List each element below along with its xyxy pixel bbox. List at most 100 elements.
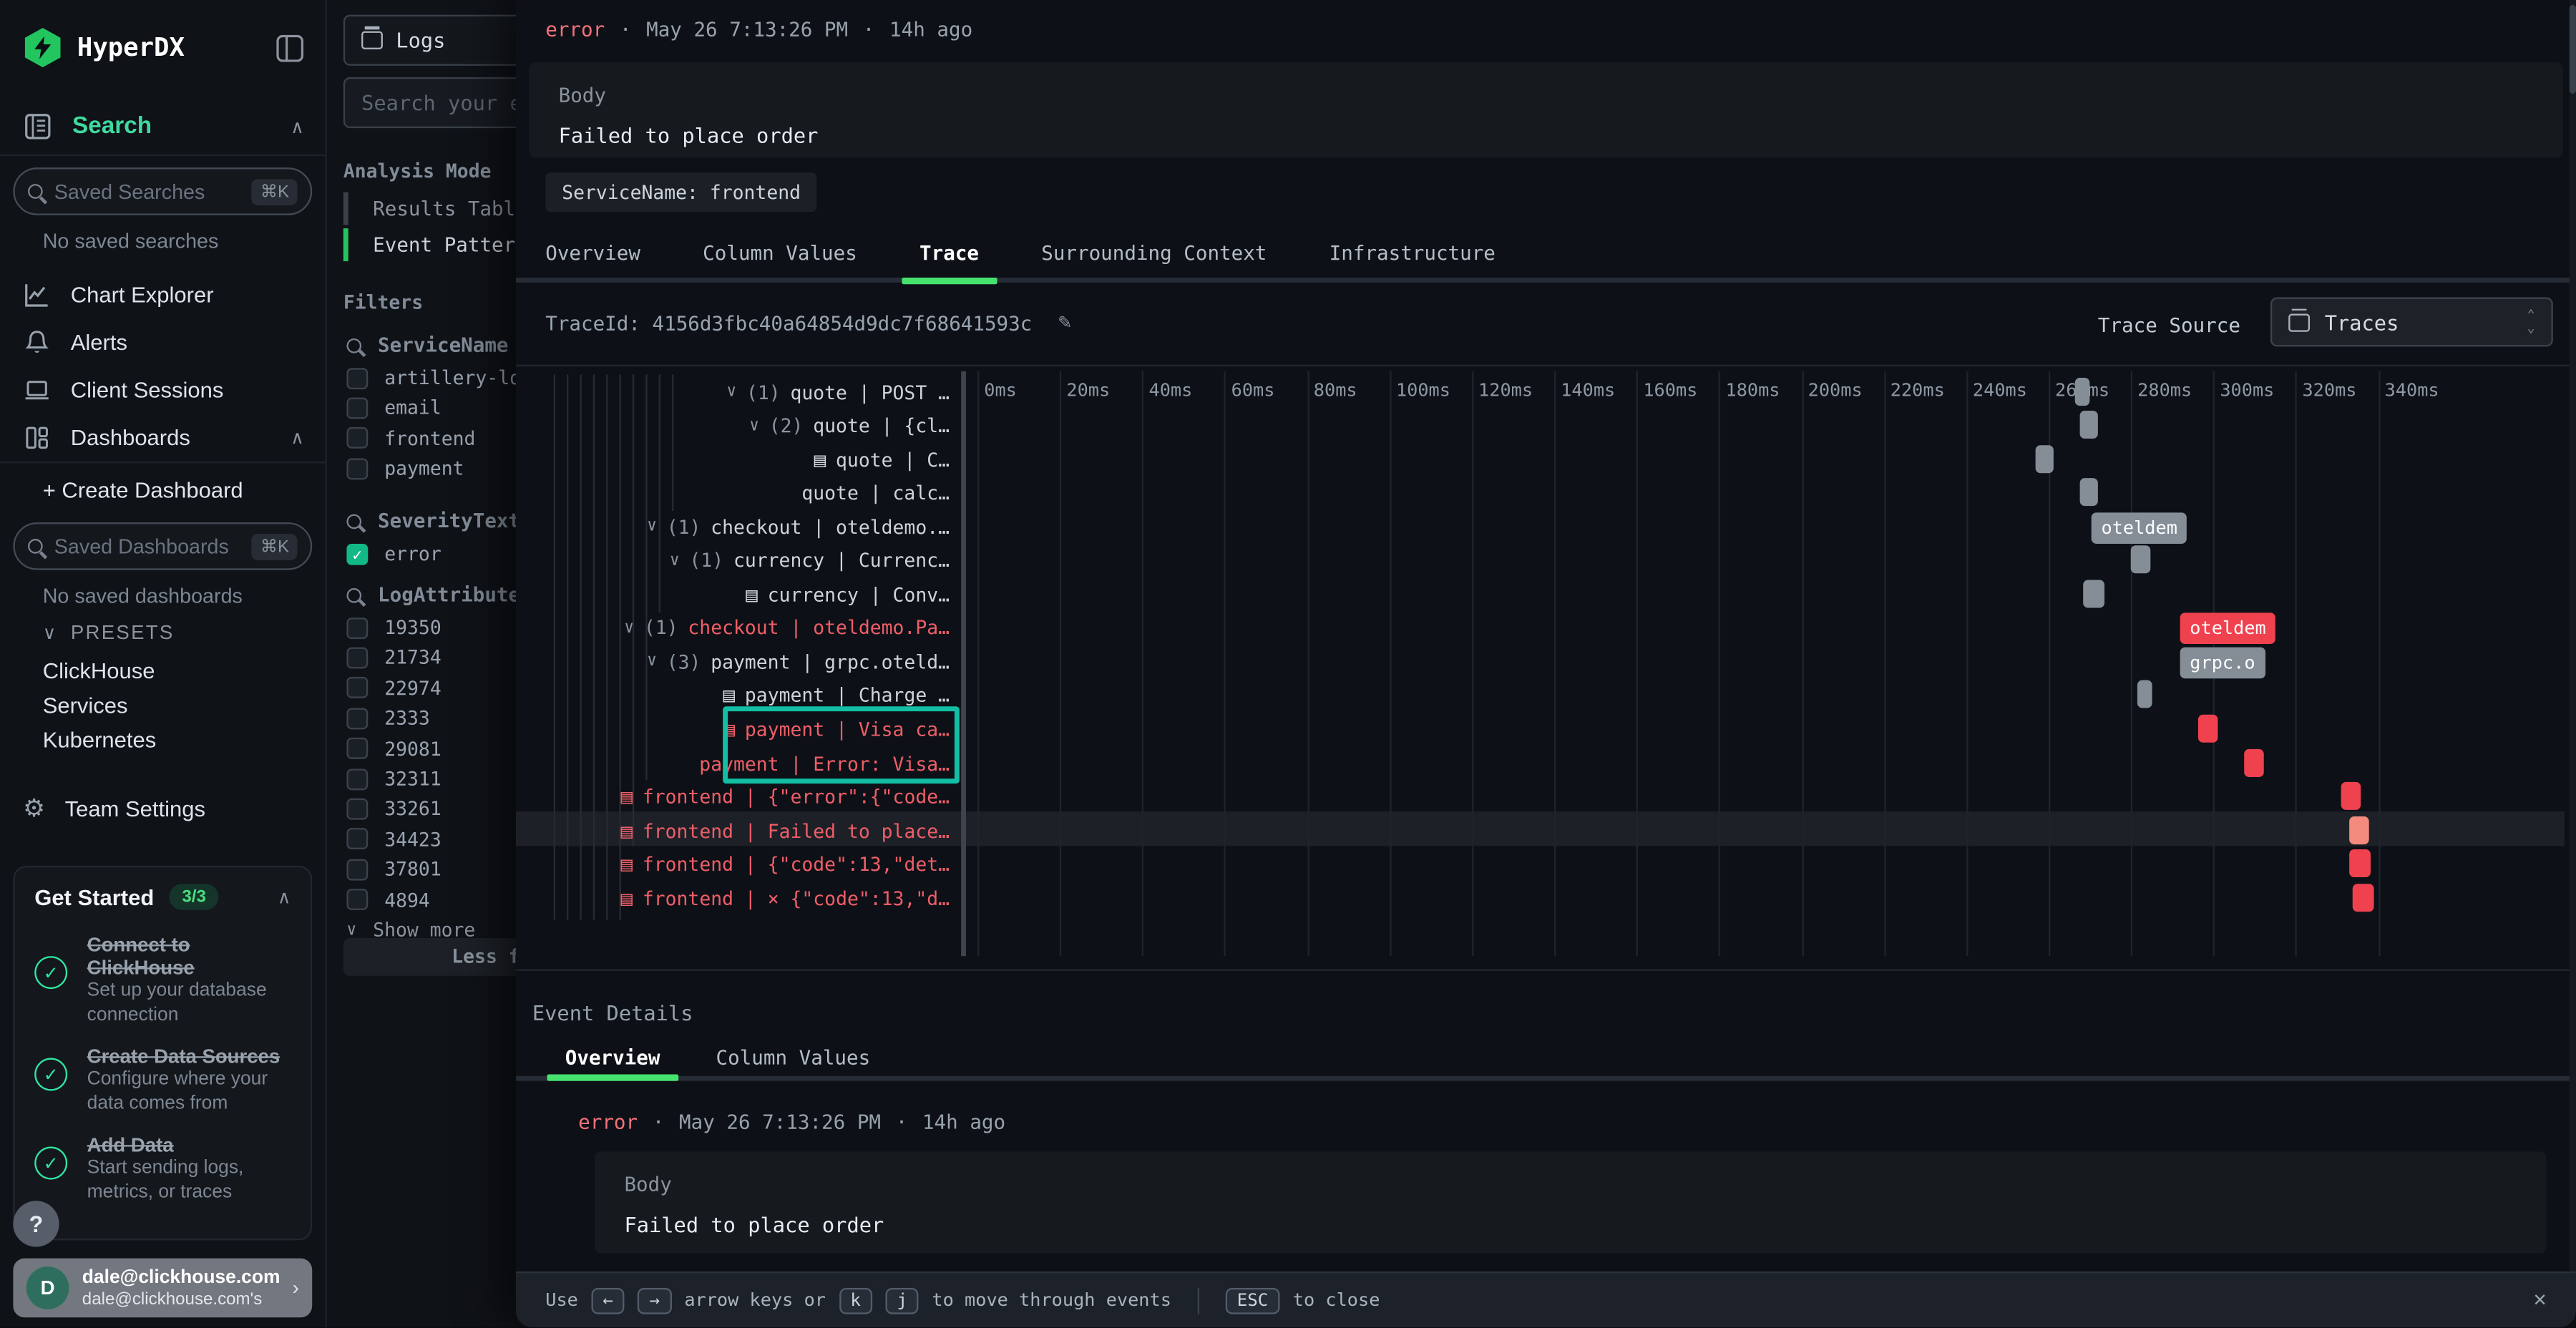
filter-option-37801[interactable]: 37801 bbox=[346, 858, 441, 881]
span-bar-labeled[interactable]: oteldem bbox=[2180, 613, 2276, 645]
filter-option-4894[interactable]: 4894 bbox=[346, 888, 429, 911]
tab-surrounding-context[interactable]: Surrounding Context bbox=[1041, 241, 1267, 264]
span-bar[interactable] bbox=[2083, 580, 2104, 607]
trace-source-select[interactable]: Traces ⌃⌄ bbox=[2270, 298, 2553, 347]
filter-option-frontend[interactable]: frontend bbox=[346, 426, 475, 449]
analysis-mode-event-patterns[interactable]: Event Patterns bbox=[343, 228, 540, 261]
get-started-item[interactable]: ✓Add DataStart sending logs,metrics, or … bbox=[34, 1133, 291, 1206]
checkbox[interactable] bbox=[346, 768, 368, 789]
close-icon[interactable]: ✕ bbox=[2534, 1288, 2547, 1312]
get-started-item[interactable]: ✓Connect toClickHouseSet up your databas… bbox=[34, 933, 291, 1028]
checkbox[interactable] bbox=[346, 738, 368, 759]
filter-option-21734[interactable]: 21734 bbox=[346, 646, 441, 669]
sidebar-item-client-sessions[interactable]: Client Sessions bbox=[0, 370, 327, 409]
checkbox[interactable] bbox=[346, 859, 368, 880]
user-menu[interactable]: D dale@clickhouse.com dale@clickhouse.co… bbox=[13, 1259, 312, 1318]
sidebar-preset-kubernetes[interactable]: Kubernetes bbox=[43, 723, 157, 757]
get-started-header[interactable]: Get Started 3/3 ∧ bbox=[34, 884, 291, 910]
checkbox-checked[interactable]: ✓ bbox=[346, 543, 368, 565]
sidebar-item-alerts[interactable]: Alerts bbox=[0, 322, 327, 361]
saved-dashboards-input[interactable]: Saved Dashboards ⌘K bbox=[13, 522, 312, 570]
help-button[interactable]: ? bbox=[13, 1201, 59, 1246]
trace-tree-row[interactable]: ▤frontend | × {"code":13,"d… bbox=[620, 882, 950, 914]
filter-option-2333[interactable]: 2333 bbox=[346, 707, 429, 730]
chevron-down-icon[interactable]: ∨ bbox=[726, 383, 736, 401]
span-bar[interactable] bbox=[2080, 411, 2098, 439]
scrollbar[interactable] bbox=[2570, 0, 2576, 1271]
chevron-up-icon[interactable]: ∧ bbox=[291, 426, 304, 448]
filter-option-artillery-loa[interactable]: artillery-loa bbox=[346, 366, 532, 389]
filter-option-email[interactable]: email bbox=[346, 396, 441, 419]
create-dashboard-button[interactable]: + Create Dashboard bbox=[43, 478, 243, 502]
chevron-down-icon[interactable]: ∨ bbox=[670, 552, 680, 570]
span-bar-labeled[interactable]: oteldem bbox=[2092, 512, 2187, 544]
sidebar-preset-services[interactable]: Services bbox=[43, 688, 157, 723]
saved-searches-input[interactable]: Saved Searches ⌘K bbox=[13, 167, 312, 215]
chevron-up-icon[interactable]: ∧ bbox=[291, 116, 304, 137]
span-bar[interactable] bbox=[2131, 546, 2151, 574]
span-bar[interactable] bbox=[2198, 715, 2218, 743]
span-bar[interactable] bbox=[2137, 681, 2152, 709]
scrollbar-thumb[interactable] bbox=[2570, 5, 2576, 94]
checkbox[interactable] bbox=[346, 678, 368, 699]
trace-tree-row[interactable]: ▤quote | C… bbox=[814, 443, 950, 476]
filter-option-payment[interactable]: payment bbox=[346, 457, 464, 480]
analysis-mode-results-table[interactable]: Results Table bbox=[343, 192, 527, 225]
span-bar[interactable] bbox=[2353, 884, 2374, 912]
chevron-down-icon[interactable]: ∨ bbox=[647, 518, 657, 536]
span-bar-labeled[interactable]: grpc.o bbox=[2180, 647, 2265, 678]
checkbox[interactable] bbox=[346, 829, 368, 850]
span-bar[interactable] bbox=[2349, 816, 2369, 844]
checkbox[interactable] bbox=[346, 647, 368, 668]
trace-tree-row[interactable]: ∨(1)quote | POST … bbox=[726, 376, 950, 409]
sidebar-preset-clickhouse[interactable]: ClickHouse bbox=[43, 654, 157, 688]
checkbox[interactable] bbox=[346, 708, 368, 729]
span-bar[interactable] bbox=[2341, 782, 2361, 810]
tab-column-values[interactable]: Column Values bbox=[716, 1046, 871, 1069]
edit-trace-icon[interactable]: ✎ bbox=[1058, 311, 1071, 335]
tab-trace[interactable]: Trace bbox=[919, 241, 979, 264]
sidebar-item-search[interactable]: Search ∧ bbox=[0, 105, 327, 148]
sidebar-item-dashboards[interactable]: Dashboards ∧ bbox=[0, 417, 327, 456]
trace-tree-row[interactable]: ∨(3)payment | grpc.oteld… bbox=[647, 645, 950, 678]
filter-option-29081[interactable]: 29081 bbox=[346, 737, 441, 760]
trace-tree-row[interactable]: ▤currency | Conv… bbox=[746, 578, 950, 611]
chevron-down-icon[interactable]: ∨ bbox=[647, 653, 657, 670]
tab-overview[interactable]: Overview bbox=[545, 241, 640, 264]
checkbox[interactable] bbox=[346, 458, 368, 479]
trace-tree-row[interactable]: ▤frontend | {"code":13,"det… bbox=[620, 848, 950, 881]
checkbox[interactable] bbox=[346, 617, 368, 638]
span-bar[interactable] bbox=[2075, 377, 2090, 405]
presets-toggle[interactable]: ∨ PRESETS bbox=[43, 621, 175, 644]
trace-tree-row[interactable]: ∨(2)quote | {cl… bbox=[749, 409, 950, 442]
sidebar-item-chart-explorer[interactable]: Chart Explorer bbox=[0, 274, 327, 313]
trace-tree-row[interactable]: ▤frontend | {"error":{"code… bbox=[620, 781, 950, 814]
trace-tree-row[interactable]: ▤frontend | Failed to place… bbox=[620, 814, 950, 847]
span-bar[interactable] bbox=[2349, 849, 2371, 877]
span-bar[interactable] bbox=[2080, 478, 2098, 506]
span-bar[interactable] bbox=[2244, 748, 2264, 776]
service-tag[interactable]: ServiceName: frontend bbox=[545, 172, 817, 212]
tab-column-values[interactable]: Column Values bbox=[703, 241, 857, 264]
tree-timeline-divider[interactable] bbox=[961, 371, 966, 956]
trace-tree-row[interactable]: ∨(1)checkout | oteldemo.… bbox=[647, 510, 950, 543]
trace-tree-row[interactable]: quote | calc… bbox=[801, 477, 950, 509]
tab-infrastructure[interactable]: Infrastructure bbox=[1330, 241, 1496, 264]
trace-tree-row[interactable]: ∨(1)currency | Currenc… bbox=[670, 545, 950, 577]
span-bar[interactable] bbox=[2035, 444, 2053, 472]
checkbox[interactable] bbox=[346, 367, 368, 389]
chevron-down-icon[interactable]: ∨ bbox=[624, 619, 634, 637]
collapse-sidebar-icon[interactable] bbox=[276, 34, 304, 62]
checkbox[interactable] bbox=[346, 397, 368, 419]
filter-option-32311[interactable]: 32311 bbox=[346, 767, 441, 790]
checkbox[interactable] bbox=[346, 799, 368, 820]
checkbox[interactable] bbox=[346, 428, 368, 449]
get-started-item[interactable]: ✓Create Data SourcesConfigure where your… bbox=[34, 1045, 291, 1117]
filter-option-34423[interactable]: 34423 bbox=[346, 828, 441, 851]
checkbox[interactable] bbox=[346, 889, 368, 910]
chevron-down-icon[interactable]: ∨ bbox=[749, 416, 759, 434]
filter-option-22974[interactable]: 22974 bbox=[346, 676, 441, 699]
filter-option-error[interactable]: ✓error bbox=[346, 542, 441, 565]
filter-option-33261[interactable]: 33261 bbox=[346, 797, 441, 820]
trace-tree-row[interactable]: ∨(1)checkout | oteldemo.Pa… bbox=[624, 612, 950, 645]
